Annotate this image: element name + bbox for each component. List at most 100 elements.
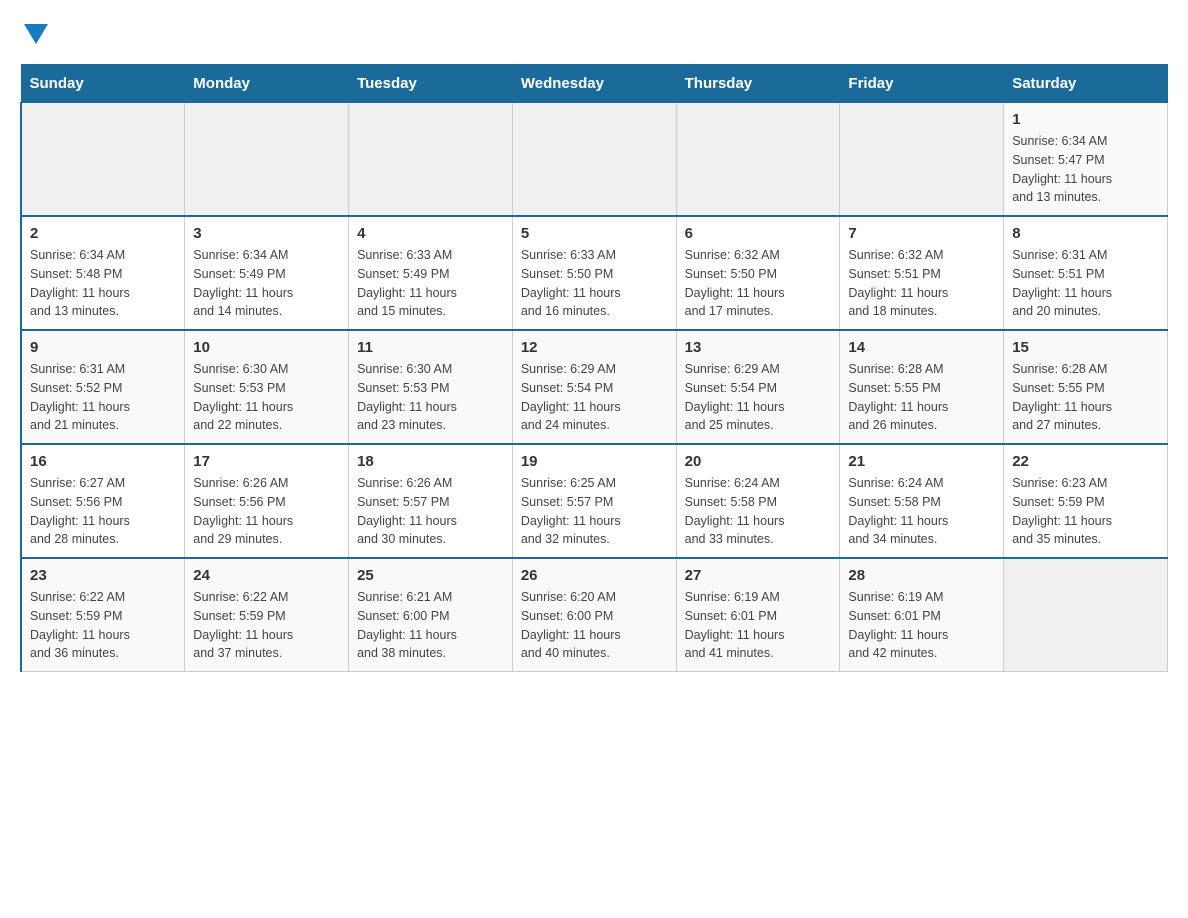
day-info: Sunrise: 6:21 AMSunset: 6:00 PMDaylight:… (357, 588, 504, 663)
day-number: 5 (521, 225, 668, 242)
calendar-cell (185, 103, 349, 217)
header-wednesday: Wednesday (512, 65, 676, 103)
calendar-cell: 4 Sunrise: 6:33 AMSunset: 5:49 PMDaylight… (349, 216, 513, 330)
calendar-cell: 17Sunrise: 6:26 AMSunset: 5:56 PMDayligh… (185, 444, 349, 558)
day-number: 22 (1012, 453, 1159, 470)
calendar-table: Sunday Monday Tuesday Wednesday Thursday… (20, 64, 1168, 672)
day-info: Sunrise: 6:23 AMSunset: 5:59 PMDaylight:… (1012, 474, 1159, 549)
day-number: 1 (1012, 111, 1159, 128)
calendar-cell: 23 Sunrise: 6:22 AMSunset: 5:59 PMDayligh… (21, 558, 185, 672)
calendar-cell: 8 Sunrise: 6:31 AMSunset: 5:51 PMDaylight… (1004, 216, 1168, 330)
header-thursday: Thursday (676, 65, 840, 103)
calendar-cell: 6 Sunrise: 6:32 AMSunset: 5:50 PMDaylight… (676, 216, 840, 330)
calendar-cell (676, 103, 840, 217)
calendar-cell: 16 Sunrise: 6:27 AMSunset: 5:56 PMDayligh… (21, 444, 185, 558)
calendar-cell: 18 Sunrise: 6:26 AMSunset: 5:57 PMDayligh… (349, 444, 513, 558)
day-number: 19 (521, 453, 668, 470)
day-number: 15 (1012, 339, 1159, 356)
day-info: Sunrise: 6:34 AMSunset: 5:47 PMDaylight:… (1012, 132, 1159, 207)
calendar-cell: 26Sunrise: 6:20 AMSunset: 6:00 PMDayligh… (512, 558, 676, 672)
day-number: 24 (193, 567, 340, 584)
day-info: Sunrise: 6:29 AMSunset: 5:54 PMDaylight:… (521, 360, 668, 435)
calendar-cell: 12 Sunrise: 6:29 AMSunset: 5:54 PMDayligh… (512, 330, 676, 444)
day-number: 4 (357, 225, 504, 242)
calendar-cell: 19 Sunrise: 6:25 AMSunset: 5:57 PMDayligh… (512, 444, 676, 558)
calendar-cell: 15 Sunrise: 6:28 AMSunset: 5:55 PMDayligh… (1004, 330, 1168, 444)
header-tuesday: Tuesday (349, 65, 513, 103)
day-number: 10 (193, 339, 340, 356)
day-info: Sunrise: 6:31 AMSunset: 5:52 PMDaylight:… (30, 360, 176, 435)
calendar-cell: 11 Sunrise: 6:30 AMSunset: 5:53 PMDayligh… (349, 330, 513, 444)
day-number: 6 (685, 225, 832, 242)
day-info: Sunrise: 6:29 AMSunset: 5:54 PMDaylight:… (685, 360, 832, 435)
header-monday: Monday (185, 65, 349, 103)
day-info: Sunrise: 6:28 AMSunset: 5:55 PMDaylight:… (848, 360, 995, 435)
day-number: 25 (357, 567, 504, 584)
calendar-cell: 1 Sunrise: 6:34 AMSunset: 5:47 PMDaylight… (1004, 103, 1168, 217)
day-number: 20 (685, 453, 832, 470)
calendar-cell: 14 Sunrise: 6:28 AMSunset: 5:55 PMDayligh… (840, 330, 1004, 444)
header-saturday: Saturday (1004, 65, 1168, 103)
day-info: Sunrise: 6:24 AMSunset: 5:58 PMDaylight:… (685, 474, 832, 549)
calendar-week-row: 1 Sunrise: 6:34 AMSunset: 5:47 PMDaylight… (21, 103, 1168, 217)
calendar-cell: 28 Sunrise: 6:19 AMSunset: 6:01 PMDayligh… (840, 558, 1004, 672)
day-number: 3 (193, 225, 340, 242)
day-number: 17 (193, 453, 340, 470)
day-number: 28 (848, 567, 995, 584)
calendar-cell (349, 103, 513, 217)
day-info: Sunrise: 6:26 AMSunset: 5:57 PMDaylight:… (357, 474, 504, 549)
day-info: Sunrise: 6:27 AMSunset: 5:56 PMDaylight:… (30, 474, 176, 549)
day-info: Sunrise: 6:25 AMSunset: 5:57 PMDaylight:… (521, 474, 668, 549)
day-info: Sunrise: 6:30 AMSunset: 5:53 PMDaylight:… (357, 360, 504, 435)
calendar-cell (512, 103, 676, 217)
day-number: 27 (685, 567, 832, 584)
day-info: Sunrise: 6:31 AMSunset: 5:51 PMDaylight:… (1012, 246, 1159, 321)
calendar-cell (840, 103, 1004, 217)
day-info: Sunrise: 6:30 AMSunset: 5:53 PMDaylight:… (193, 360, 340, 435)
day-info: Sunrise: 6:34 AMSunset: 5:49 PMDaylight:… (193, 246, 340, 321)
day-number: 11 (357, 339, 504, 356)
day-info: Sunrise: 6:34 AMSunset: 5:48 PMDaylight:… (30, 246, 176, 321)
header-friday: Friday (840, 65, 1004, 103)
day-info: Sunrise: 6:19 AMSunset: 6:01 PMDaylight:… (848, 588, 995, 663)
day-info: Sunrise: 6:24 AMSunset: 5:58 PMDaylight:… (848, 474, 995, 549)
calendar-cell: 9 Sunrise: 6:31 AMSunset: 5:52 PMDaylight… (21, 330, 185, 444)
day-number: 13 (685, 339, 832, 356)
header-sunday: Sunday (21, 65, 185, 103)
logo-triangle-icon (24, 24, 48, 44)
logo (20, 20, 48, 44)
calendar-cell (1004, 558, 1168, 672)
day-info: Sunrise: 6:22 AMSunset: 5:59 PMDaylight:… (193, 588, 340, 663)
day-number: 8 (1012, 225, 1159, 242)
calendar-week-row: 2 Sunrise: 6:34 AMSunset: 5:48 PMDaylight… (21, 216, 1168, 330)
day-number: 14 (848, 339, 995, 356)
day-info: Sunrise: 6:22 AMSunset: 5:59 PMDaylight:… (30, 588, 176, 663)
calendar-cell (21, 103, 185, 217)
calendar-cell: 25 Sunrise: 6:21 AMSunset: 6:00 PMDayligh… (349, 558, 513, 672)
calendar-cell: 13 Sunrise: 6:29 AMSunset: 5:54 PMDayligh… (676, 330, 840, 444)
calendar-cell: 21 Sunrise: 6:24 AMSunset: 5:58 PMDayligh… (840, 444, 1004, 558)
day-number: 9 (30, 339, 176, 356)
day-info: Sunrise: 6:32 AMSunset: 5:50 PMDaylight:… (685, 246, 832, 321)
day-info: Sunrise: 6:33 AMSunset: 5:50 PMDaylight:… (521, 246, 668, 321)
day-info: Sunrise: 6:28 AMSunset: 5:55 PMDaylight:… (1012, 360, 1159, 435)
day-number: 2 (30, 225, 176, 242)
calendar-cell: 3 Sunrise: 6:34 AMSunset: 5:49 PMDaylight… (185, 216, 349, 330)
calendar-cell: 24 Sunrise: 6:22 AMSunset: 5:59 PMDayligh… (185, 558, 349, 672)
day-number: 7 (848, 225, 995, 242)
page-header (20, 20, 1168, 44)
day-info: Sunrise: 6:33 AMSunset: 5:49 PMDaylight:… (357, 246, 504, 321)
weekday-header-row: Sunday Monday Tuesday Wednesday Thursday… (21, 65, 1168, 103)
day-number: 18 (357, 453, 504, 470)
calendar-cell: 10 Sunrise: 6:30 AMSunset: 5:53 PMDayligh… (185, 330, 349, 444)
day-number: 12 (521, 339, 668, 356)
calendar-cell: 5 Sunrise: 6:33 AMSunset: 5:50 PMDaylight… (512, 216, 676, 330)
calendar-cell: 2 Sunrise: 6:34 AMSunset: 5:48 PMDaylight… (21, 216, 185, 330)
day-info: Sunrise: 6:32 AMSunset: 5:51 PMDaylight:… (848, 246, 995, 321)
day-info: Sunrise: 6:19 AMSunset: 6:01 PMDaylight:… (685, 588, 832, 663)
calendar-week-row: 23 Sunrise: 6:22 AMSunset: 5:59 PMDayligh… (21, 558, 1168, 672)
calendar-week-row: 16 Sunrise: 6:27 AMSunset: 5:56 PMDayligh… (21, 444, 1168, 558)
day-number: 21 (848, 453, 995, 470)
day-number: 23 (30, 567, 176, 584)
day-number: 16 (30, 453, 176, 470)
